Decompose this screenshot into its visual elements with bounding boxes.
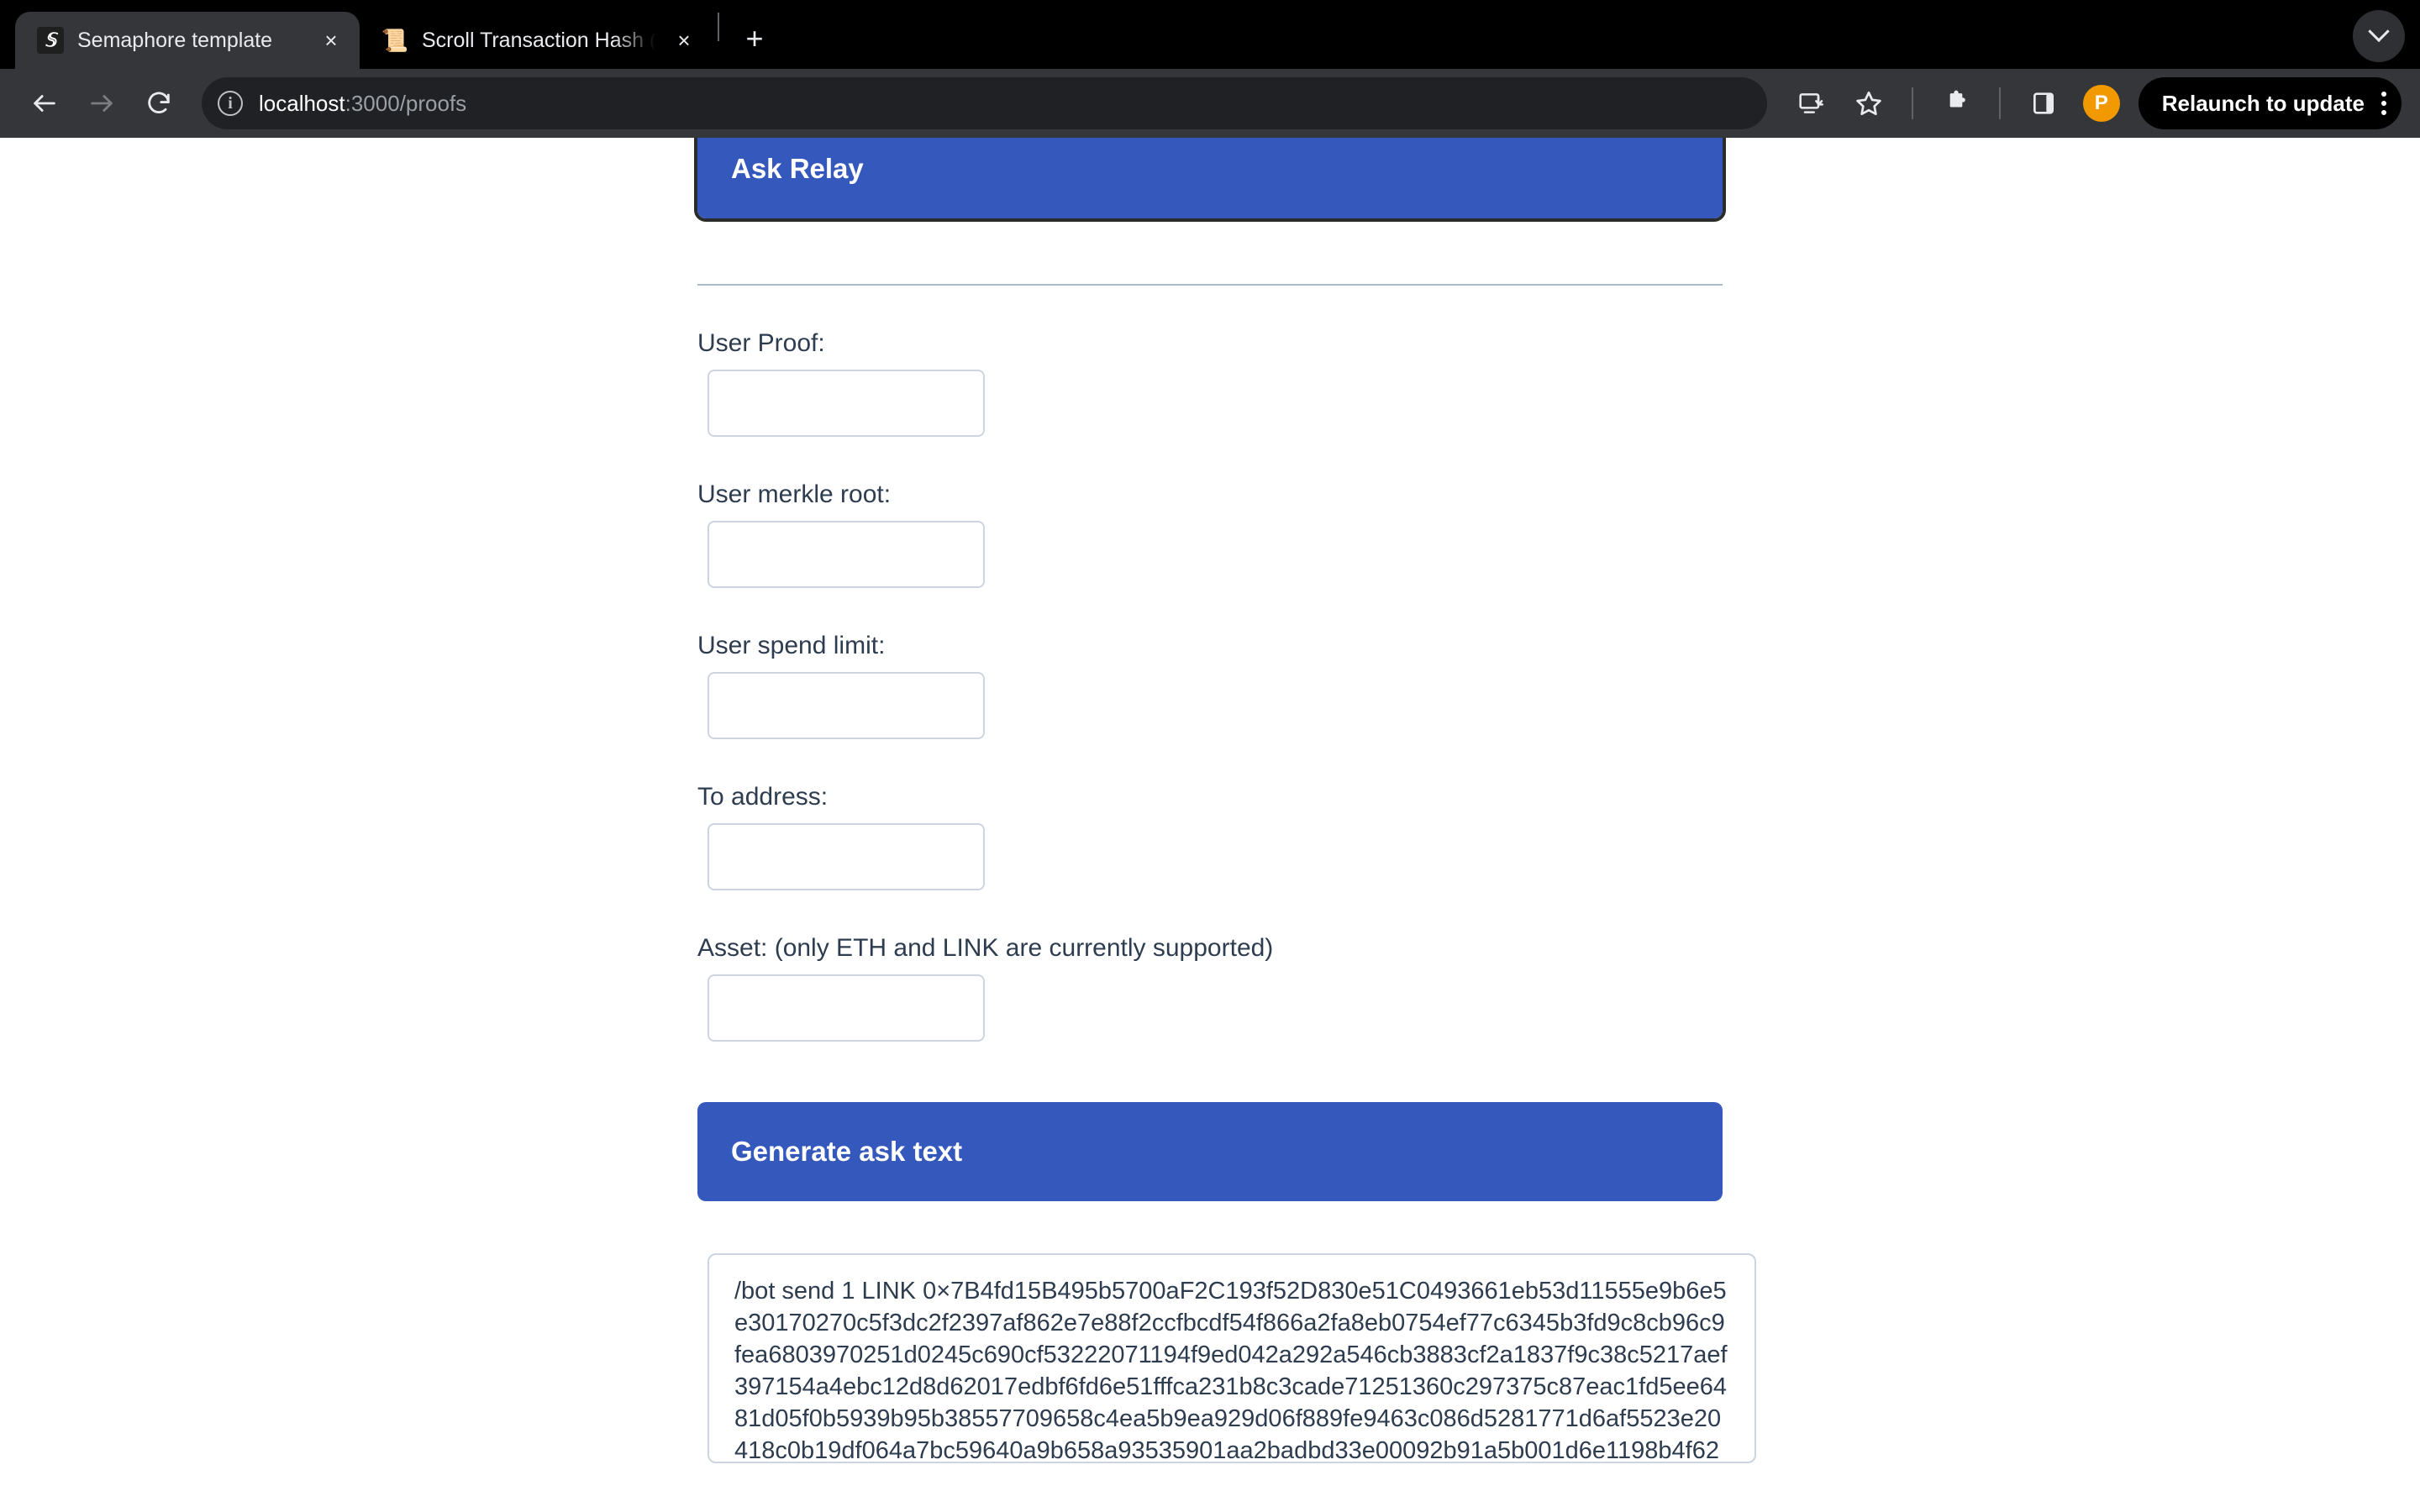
asset-input[interactable] [708,974,985,1042]
new-tab-button[interactable]: + [733,17,776,60]
side-panel-icon [2033,92,2054,114]
arrow-left-icon [34,95,55,112]
tab-search-button[interactable] [2353,10,2405,62]
user-proof-label: User Proof: [697,329,825,357]
info-icon: i [218,91,243,116]
scroll-document-icon: 📜 [381,28,409,53]
tab-scroll-transaction-hash[interactable]: 📜 Scroll Transaction Hash (Txha × [360,12,713,69]
url-text: localhost:3000/proofs [259,91,1754,117]
close-icon[interactable]: × [669,25,699,55]
tab-strip: 𝕊 Semaphore template × 📜 Scroll Transact… [0,0,2420,69]
relaunch-label: Relaunch to update [2161,90,2365,116]
section-divider [697,284,1723,286]
install-app-button[interactable] [1786,77,1838,129]
tab-semaphore-template[interactable]: 𝕊 Semaphore template × [15,12,360,69]
close-icon[interactable]: × [316,25,346,55]
tab-separator [718,13,719,41]
user-spend-limit-label: User spend limit: [697,632,886,659]
url-path: :3000/proofs [345,90,467,116]
relaunch-to-update-button[interactable]: Relaunch to update [2138,77,2402,129]
browser-toolbar: i localhost:3000/proofs P Relaunch to up… [0,69,2420,138]
toolbar-divider-2 [1998,87,2001,119]
avatar[interactable]: P [2082,85,2120,122]
user-merkle-root-label: User merkle root: [697,480,892,508]
url-host: localhost [259,90,345,116]
user-spend-limit-input[interactable] [708,672,985,739]
chevron-down-icon [2368,20,2390,43]
proofs-page: Ask Relay User Proof: User merkle root: … [0,138,2420,1463]
ask-text-output[interactable]: /bot send 1 LINK 0×7B4fd15B495b5700aF2C1… [708,1253,1756,1463]
to-address-label: To address: [697,783,829,811]
address-bar[interactable]: i localhost:3000/proofs [202,77,1767,129]
arrow-right-icon [91,95,113,112]
to-address-input[interactable] [708,823,985,890]
reload-icon [148,92,170,113]
forward-button[interactable] [76,77,128,129]
kebab-menu-icon[interactable] [2381,92,2386,115]
user-merkle-root-input[interactable] [708,521,985,588]
site-info-button[interactable]: i [210,83,250,123]
star-icon [1855,91,1881,116]
side-panel-button[interactable] [2018,77,2070,129]
install-icon [1799,93,1823,113]
ask-relay-button[interactable]: Ask Relay [694,138,1726,222]
reload-button[interactable] [133,77,185,129]
tab-title: Scroll Transaction Hash (Txha [422,28,655,52]
generate-button-wrap: Generate ask text [697,1102,1723,1201]
bookmark-button[interactable] [1843,77,1895,129]
content-column: Ask Relay User Proof: User merkle root: … [694,138,1756,1463]
browser-window: 𝕊 Semaphore template × 📜 Scroll Transact… [0,0,2420,1512]
asset-label: Asset: (only ETH and LINK are currently … [697,934,1274,962]
extensions-puzzle-icon [1949,90,1965,108]
back-button[interactable] [18,77,71,129]
tab-title: Semaphore template [77,28,273,52]
toolbar-divider [1911,87,1913,119]
extensions-button[interactable] [1930,77,1982,129]
user-proof-input[interactable] [708,370,985,437]
generate-ask-text-button[interactable]: Generate ask text [697,1102,1723,1201]
page-viewport: Ask Relay User Proof: User merkle root: … [0,138,2420,1512]
semaphore-logo-icon: 𝕊 [37,27,64,54]
